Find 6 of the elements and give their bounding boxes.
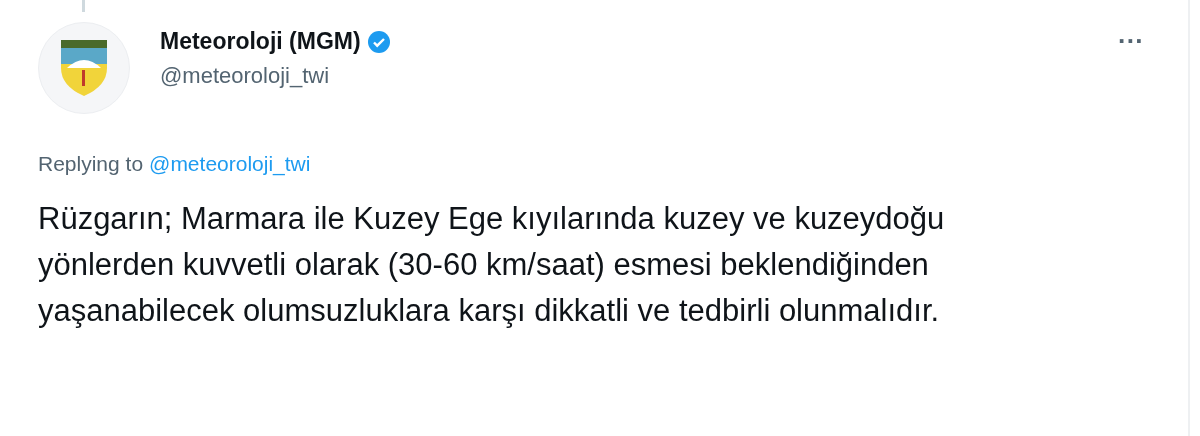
author-handle[interactable]: @meteoroloji_twi (160, 63, 391, 89)
replying-to-label: Replying to (38, 152, 144, 176)
more-button[interactable]: ··· (1114, 28, 1148, 54)
author-name[interactable]: Meteoroloji (MGM) (160, 28, 361, 55)
tweet-text: Rüzgarın; Marmara ile Kuzey Ege kıyılarında kuzey ve kuzeydoğu yönlerden kuvvetli olarak (30-60 km/saat) esmesi beklendiğinden yaşanabilecek olumsuzluklara karşı dikkatli ve tedbirli olunmalıdır. (38, 200, 946, 330)
shield-icon (59, 38, 109, 98)
